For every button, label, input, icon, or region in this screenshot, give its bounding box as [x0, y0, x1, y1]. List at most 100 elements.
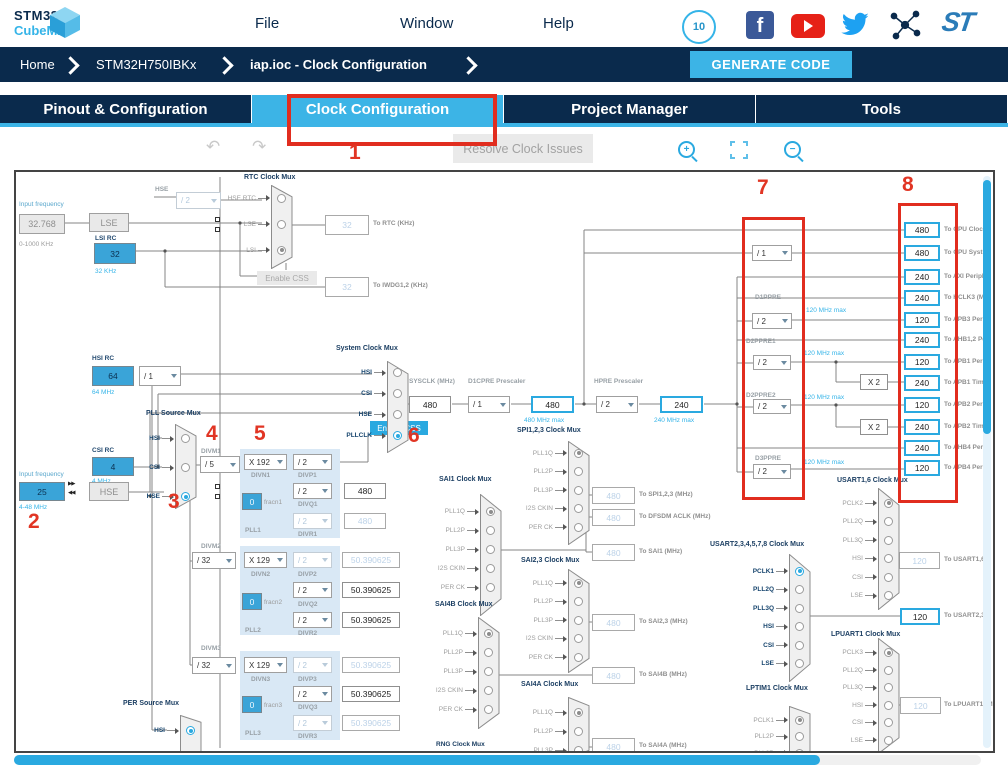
hpre-dropdown[interactable]: / 2: [596, 396, 638, 413]
divq3-dropdown[interactable]: / 2: [293, 686, 332, 702]
breadcrumb-mcu[interactable]: STM32H750IBKx: [96, 57, 196, 72]
mux-radio-hse-rtc[interactable]: [277, 194, 286, 203]
divp2-dropdown[interactable]: / 2: [293, 552, 332, 568]
divm1-dropdown[interactable]: / 5: [200, 456, 240, 473]
youtube-icon[interactable]: [791, 14, 825, 38]
divq2-dropdown[interactable]: / 2: [293, 582, 332, 598]
divr3-dropdown[interactable]: / 2: [293, 715, 332, 731]
mux-radio-pll3p[interactable]: [574, 746, 583, 753]
mux-radio-csi[interactable]: [393, 389, 402, 398]
d1cpre-dropdown[interactable]: / 1: [468, 396, 510, 413]
breadcrumb-home[interactable]: Home: [20, 57, 55, 72]
mux-radio-pll3p[interactable]: [486, 545, 495, 554]
hsi-divider-dropdown[interactable]: / 1: [139, 366, 181, 386]
mux-radio-pll2p[interactable]: [484, 648, 493, 657]
zoom-in-icon[interactable]: +: [678, 141, 695, 158]
arrow-right-icon: [555, 750, 566, 751]
mux-radio-per-ck[interactable]: [486, 583, 495, 592]
mux-radio-pll3q[interactable]: [884, 536, 893, 545]
arrow-right-icon: [555, 620, 566, 621]
community-network-icon[interactable]: [889, 9, 921, 41]
mux-radio-pll1q[interactable]: [484, 629, 493, 638]
mux-input-label: I2S CKIN: [436, 687, 463, 694]
mux-radio-pclk1[interactable]: [795, 567, 804, 576]
mux-radio-pll3r[interactable]: [795, 749, 804, 753]
tab-tools[interactable]: Tools: [756, 95, 1008, 123]
mux-radio-lse[interactable]: [277, 220, 286, 229]
d1ppre-max-label: 120 MHz max: [806, 307, 846, 314]
divq1-dropdown[interactable]: / 2: [293, 483, 332, 499]
menu-file[interactable]: File: [255, 15, 279, 32]
mux-radio-pll2p[interactable]: [486, 526, 495, 535]
tab-project-manager[interactable]: Project Manager: [504, 95, 756, 123]
mux-radio-pll3q[interactable]: [795, 604, 804, 613]
divp3-dropdown[interactable]: / 2: [293, 657, 332, 673]
hse-rtc-source-label: HSE: [155, 186, 168, 193]
divr2-dropdown[interactable]: / 2: [293, 612, 332, 628]
mux-radio-pll2p[interactable]: [574, 727, 583, 736]
mux-radio-csi[interactable]: [884, 573, 893, 582]
mux-radio-pll1q[interactable]: [574, 579, 583, 588]
mux-radio-lse[interactable]: [884, 736, 893, 745]
mux-radio-pllclk[interactable]: [393, 431, 402, 440]
rtc-enable-css-button[interactable]: Enable CSS: [257, 271, 317, 285]
arrow-right-icon: [865, 595, 876, 596]
mux-radio-pll3p[interactable]: [574, 616, 583, 625]
fracn1-field[interactable]: 0: [242, 493, 262, 510]
cube-icon: [48, 5, 82, 39]
mux-radio-per-ck[interactable]: [574, 653, 583, 662]
lse-input-frequency-field[interactable]: 32.768: [19, 214, 65, 234]
mux-radio-hsi[interactable]: [181, 434, 190, 443]
mux-radio-pll2q[interactable]: [884, 666, 893, 675]
fracn3-field[interactable]: 0: [242, 696, 262, 713]
divr1-dropdown[interactable]: / 2: [293, 513, 332, 529]
mux-radio-pclk1[interactable]: [795, 716, 804, 725]
divm2-dropdown[interactable]: / 32: [192, 552, 236, 569]
arrow-right-icon: [865, 577, 876, 578]
mux-radio-lsi[interactable]: [277, 246, 286, 255]
divn3-dropdown[interactable]: X 129: [244, 657, 287, 673]
mux-radio-per-ck[interactable]: [574, 523, 583, 532]
fracn2-field[interactable]: 0: [242, 593, 262, 610]
divn1-dropdown[interactable]: X 192: [244, 454, 287, 470]
divp1-dropdown[interactable]: / 2: [293, 454, 332, 470]
tab-pinout-configuration[interactable]: Pinout & Configuration: [0, 95, 252, 123]
mux-radio-pll1q[interactable]: [574, 449, 583, 458]
breadcrumb-file[interactable]: iap.ioc - Clock Configuration: [250, 57, 427, 72]
facebook-icon[interactable]: f: [746, 11, 774, 39]
mux-radio-pll1q[interactable]: [486, 507, 495, 516]
mux-radio-i2s-ckin[interactable]: [486, 564, 495, 573]
mux-input-label: PLL2P: [754, 733, 774, 740]
hse-input-frequency-field[interactable]: 25: [19, 482, 65, 501]
mux-radio-i2s-ckin[interactable]: [484, 686, 493, 695]
drag-handle[interactable]: [215, 494, 220, 499]
mux-radio-hsi[interactable]: [393, 368, 402, 377]
mux-radio-pll1q[interactable]: [574, 708, 583, 717]
generate-code-button[interactable]: GENERATE CODE: [690, 51, 852, 78]
redo-icon[interactable]: ↷: [252, 137, 266, 157]
mux-radio-hsi[interactable]: [186, 726, 195, 735]
undo-icon[interactable]: ↶: [206, 137, 220, 157]
horizontal-scrollbar-thumb[interactable]: [14, 755, 820, 765]
zoom-out-icon[interactable]: −: [784, 141, 801, 158]
mux-radio-hse[interactable]: [181, 492, 190, 501]
drag-handle[interactable]: [215, 484, 220, 489]
divn2-dropdown[interactable]: X 129: [244, 552, 287, 568]
menu-window[interactable]: Window: [400, 15, 453, 32]
mux-input-label: PLL1Q: [445, 508, 465, 515]
mux-radio-pll3p[interactable]: [484, 667, 493, 676]
mux-radio-hse[interactable]: [393, 410, 402, 419]
mux-radio-pclk2[interactable]: [884, 499, 893, 508]
divm3-dropdown[interactable]: / 32: [192, 657, 236, 674]
mux-radio-pll3p[interactable]: [574, 486, 583, 495]
mux-radio-per-ck[interactable]: [484, 705, 493, 714]
twitter-icon[interactable]: [840, 12, 870, 38]
mux-radio-csi[interactable]: [795, 641, 804, 650]
fit-to-screen-icon[interactable]: [730, 141, 748, 159]
menu-help[interactable]: Help: [543, 15, 574, 32]
to-usart2345-box: 120: [900, 608, 940, 625]
mux-radio-hsi[interactable]: [884, 701, 893, 710]
vertical-scrollbar-thumb[interactable]: [983, 180, 991, 434]
mux-radio-csi[interactable]: [181, 463, 190, 472]
mux-input-label: I2S CKIN: [526, 505, 553, 512]
